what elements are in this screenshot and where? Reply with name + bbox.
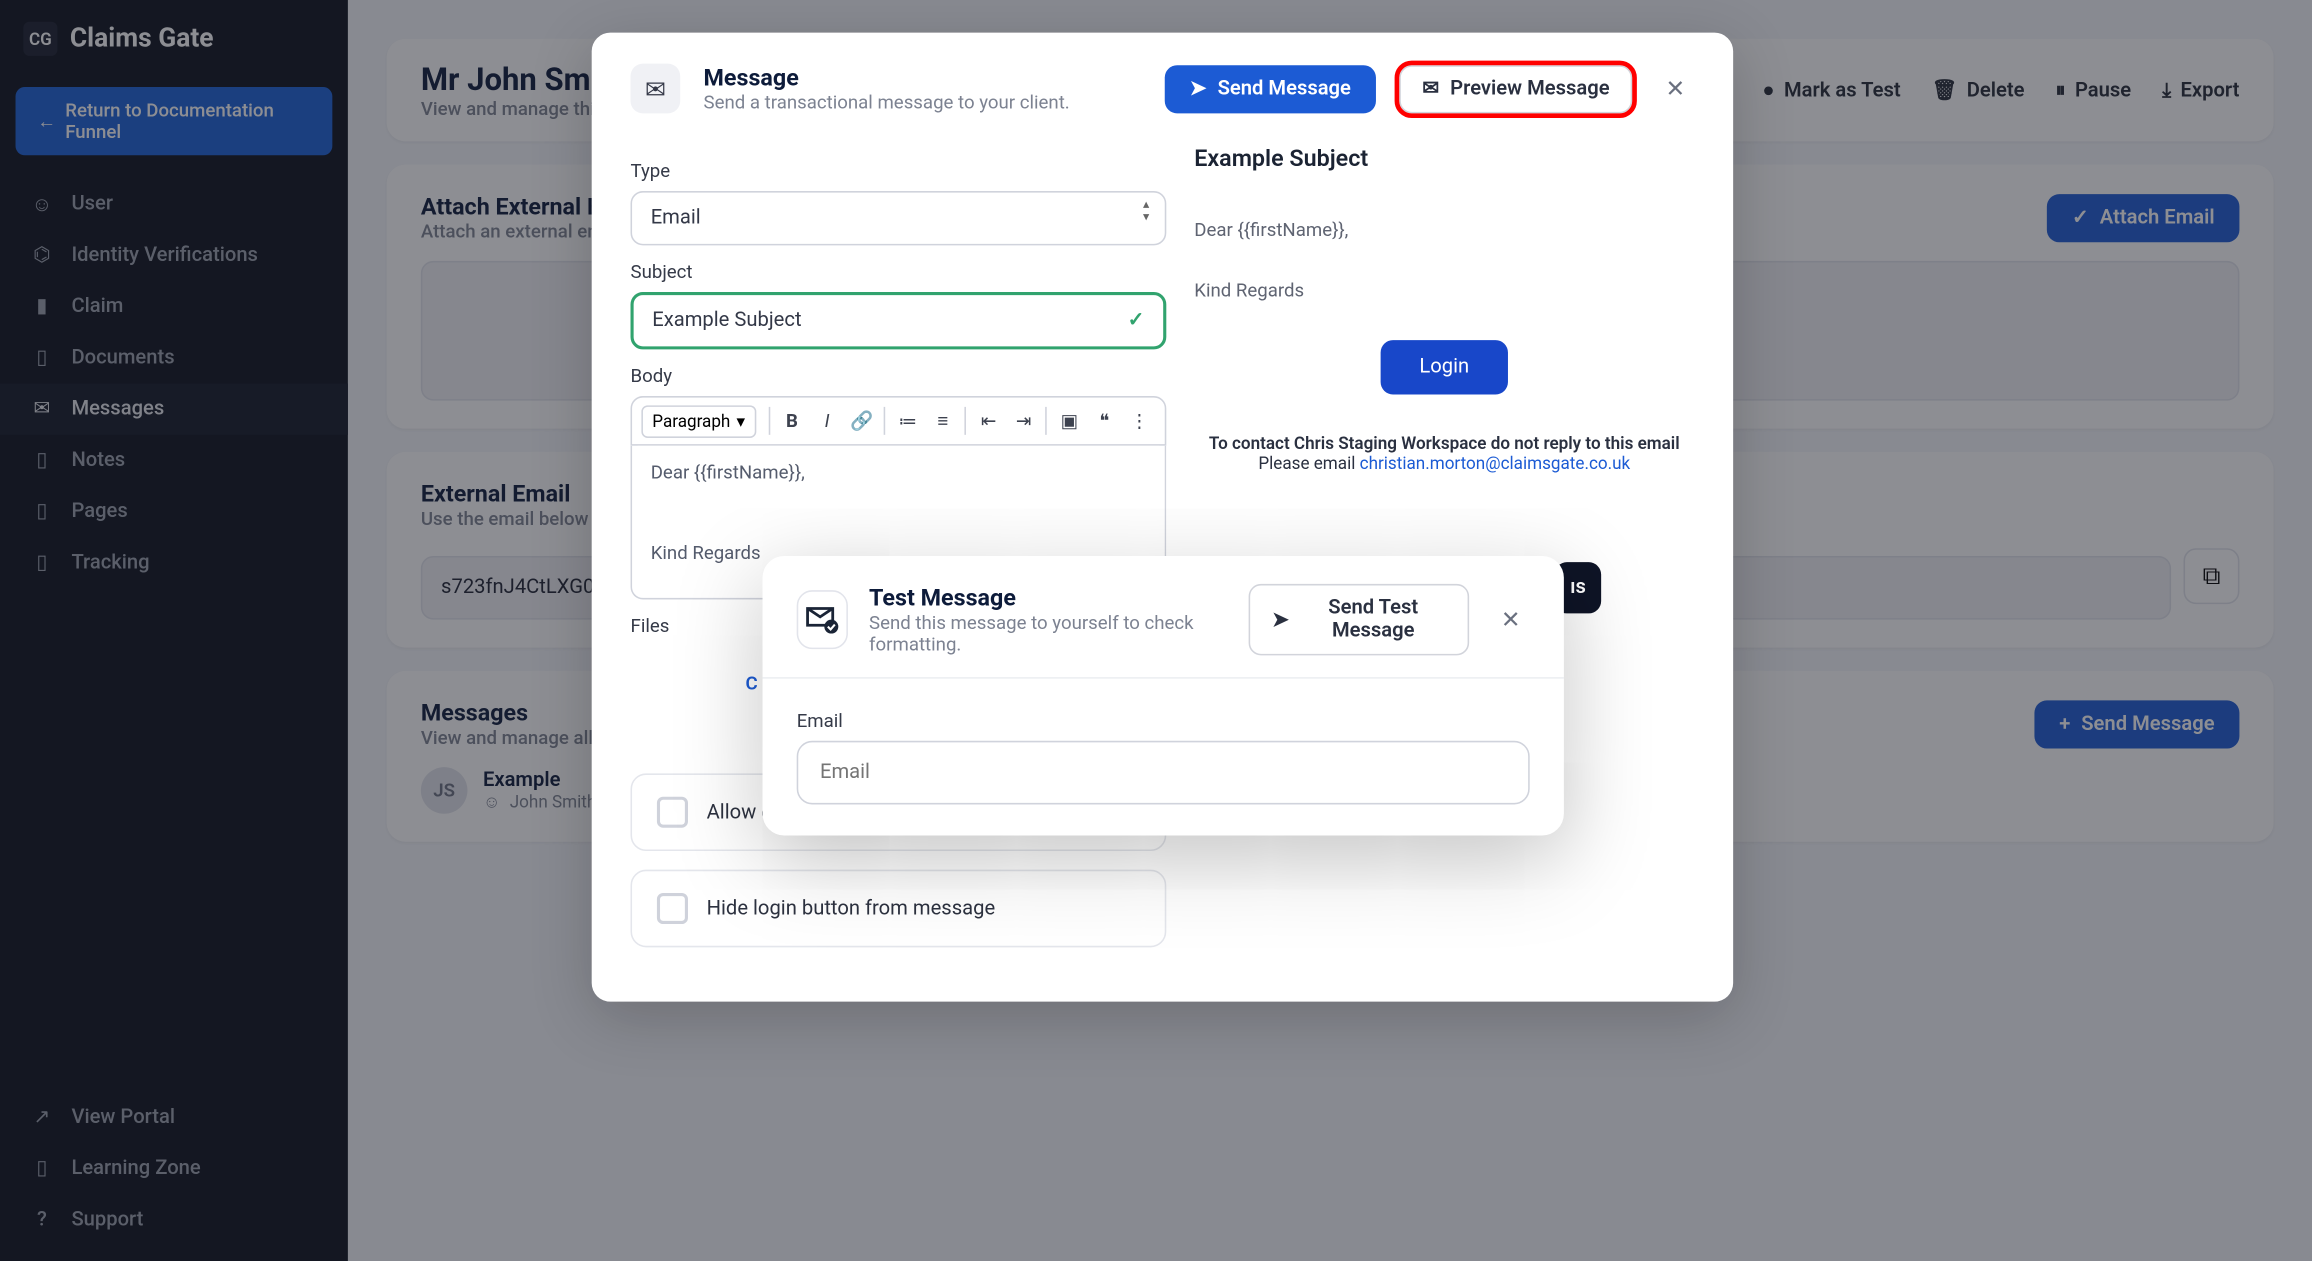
image-button[interactable]: ▣ [1053, 404, 1085, 438]
mail-check-icon [797, 590, 848, 649]
modal-header: ✉ Message Send a transactional message t… [592, 33, 1733, 129]
body-label: Body [631, 365, 1167, 387]
separator [768, 407, 769, 435]
more-button[interactable]: ⋮ [1124, 404, 1156, 438]
preview-subject: Example Subject [1194, 144, 1694, 172]
preview-footer-link[interactable]: christian.morton@claimsgate.co.uk [1360, 453, 1631, 473]
send-test-message-button[interactable]: ➤ Send Test Message [1249, 584, 1470, 655]
checkbox-icon [657, 893, 688, 924]
type-label: Type [631, 160, 1167, 182]
chevron-down-icon: ▾ [737, 411, 746, 431]
check-icon: ✓ [1128, 309, 1145, 332]
btn-label: Send Message [1218, 77, 1351, 100]
subject-label: Subject [631, 261, 1167, 283]
email-label: Email [797, 710, 1530, 732]
mail-open-icon: ✉ [1422, 77, 1439, 100]
body-greeting: Dear {{firstName}}, [651, 461, 1146, 483]
italic-button[interactable]: I [811, 404, 843, 438]
type-select[interactable]: Email [631, 191, 1167, 245]
preview-footer-sub: Please email [1258, 453, 1359, 473]
close-button[interactable]: ✕ [1656, 68, 1694, 108]
login-button[interactable]: Login [1381, 340, 1508, 394]
paragraph-label: Paragraph [652, 411, 730, 431]
separator [965, 407, 966, 435]
subject-input[interactable]: Example Subject ✓ [631, 292, 1167, 349]
send-icon: ➤ [1190, 77, 1207, 100]
preview-regards: Kind Regards [1194, 280, 1694, 302]
link-button[interactable]: 🔗 [846, 404, 878, 438]
email-input[interactable] [797, 741, 1530, 805]
test-modal-header: Test Message Send this message to yourse… [763, 556, 1564, 679]
send-icon: ➤ [1272, 608, 1289, 631]
preview-footer-bold: To contact Chris Staging Workspace do no… [1194, 433, 1694, 453]
send-message-button[interactable]: ➤ Send Message [1165, 64, 1376, 112]
preview-message-button[interactable]: ✉ Preview Message [1399, 64, 1633, 112]
outdent-button[interactable]: ⇤ [973, 404, 1005, 438]
editor-toolbar: Paragraph ▾ B I 🔗 ≔ ≡ ⇤ ⇥ ▣ ❝ ⋮ [631, 396, 1167, 446]
close-button[interactable]: ✕ [1492, 599, 1530, 639]
preview-greeting: Dear {{firstName}}, [1194, 219, 1694, 241]
checkbox-icon [657, 797, 688, 828]
modal-title: Message [704, 64, 1070, 92]
paragraph-select[interactable]: Paragraph ▾ [641, 405, 756, 438]
test-modal-title: Test Message [869, 584, 1227, 612]
separator [884, 407, 885, 435]
indent-button[interactable]: ⇥ [1008, 404, 1040, 438]
ul-button[interactable]: ≔ [892, 404, 924, 438]
checkbox-label: Hide login button from message [707, 897, 996, 920]
ol-button[interactable]: ≡ [927, 404, 959, 438]
modal-sub: Send a transactional message to your cli… [704, 92, 1070, 114]
mail-icon: ✉ [631, 64, 681, 114]
test-message-modal: Test Message Send this message to yourse… [763, 556, 1564, 836]
hide-login-checkbox[interactable]: Hide login button from message [631, 870, 1167, 948]
bold-button[interactable]: B [776, 404, 808, 438]
btn-label: Preview Message [1450, 77, 1609, 100]
test-modal-body: Email [763, 679, 1564, 813]
files-link[interactable]: C [745, 672, 757, 694]
quote-button[interactable]: ❝ [1089, 404, 1121, 438]
subject-value: Example Subject [652, 309, 801, 332]
test-modal-sub: Send this message to yourself to check f… [869, 612, 1227, 655]
btn-label: Send Test Message [1300, 596, 1447, 643]
message-modal: ✉ Message Send a transactional message t… [592, 33, 1733, 1002]
separator [1046, 407, 1047, 435]
